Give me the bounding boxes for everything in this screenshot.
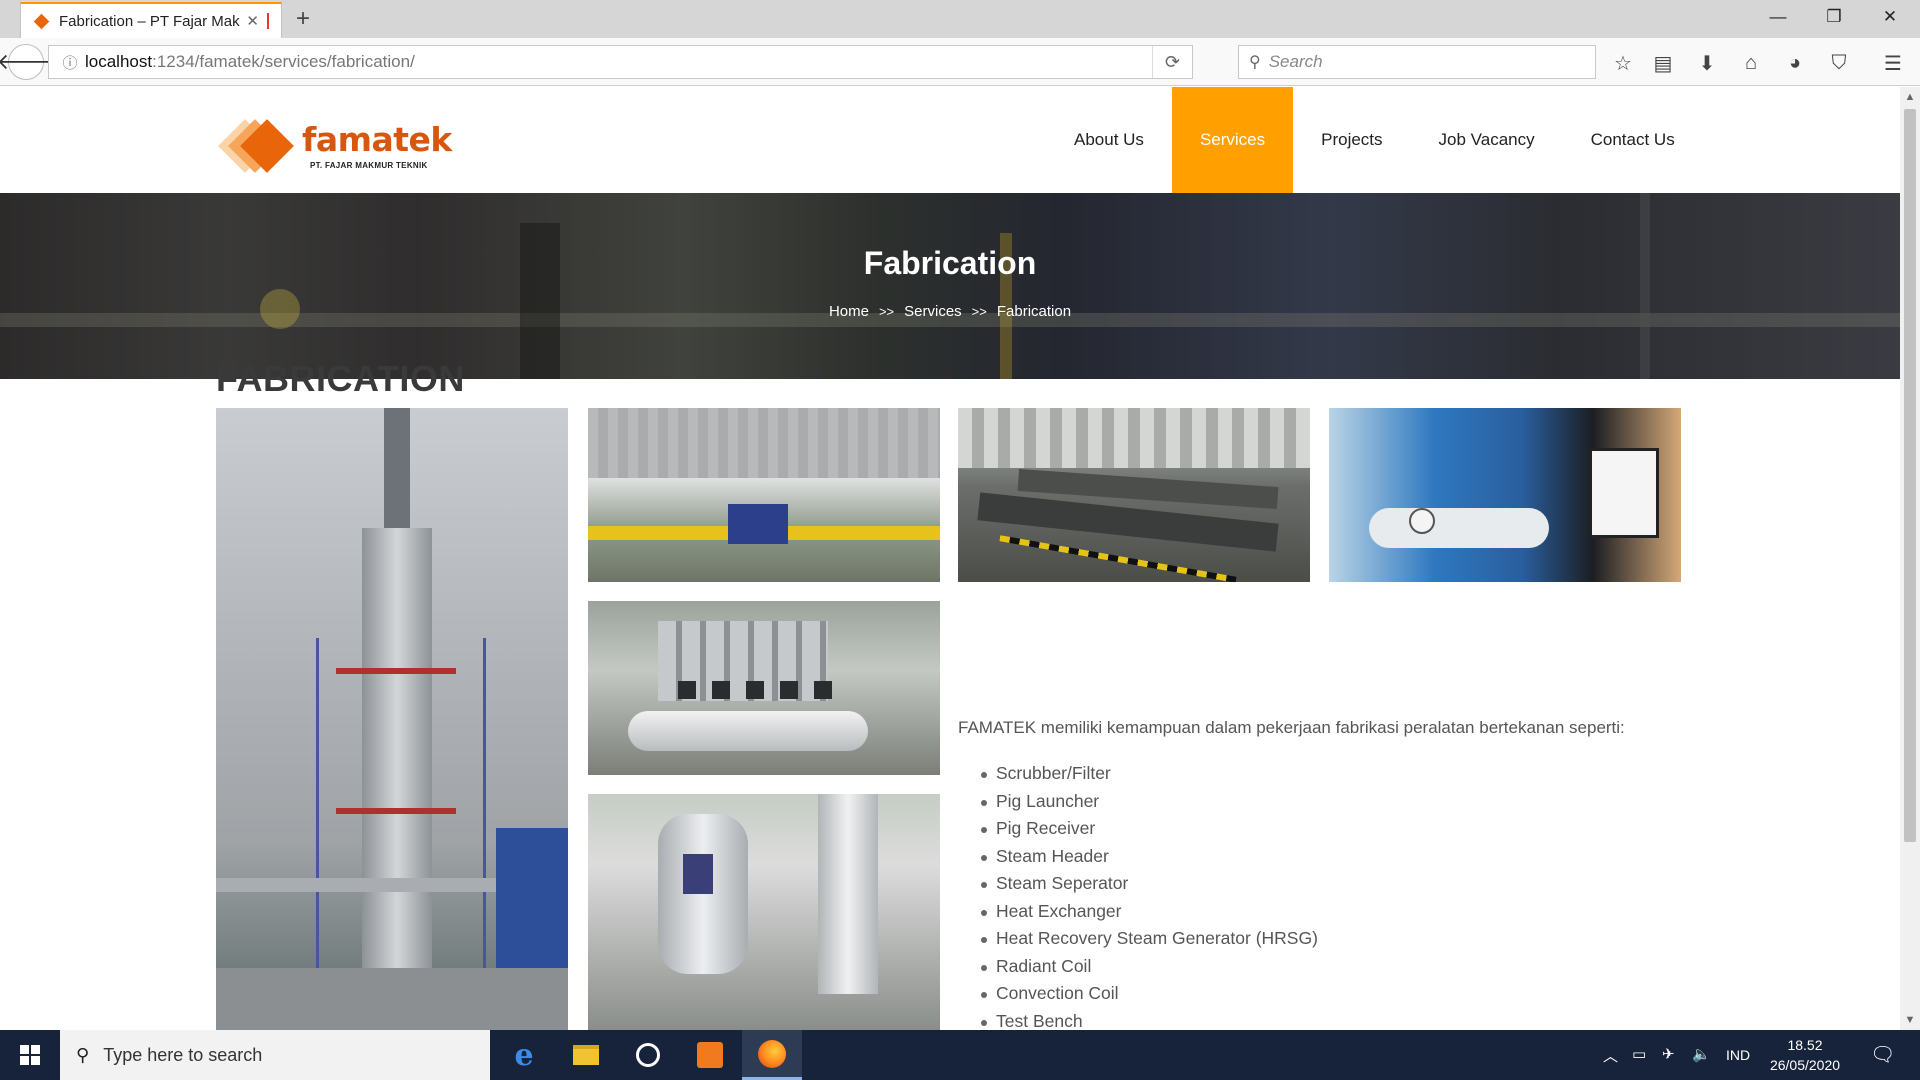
reload-icon[interactable]: ⟳ (1152, 46, 1192, 78)
list-item: Heat Recovery Steam Generator (HRSG) (978, 925, 1318, 953)
address-bar[interactable]: ⓘ localhost:1234/famatek/services/fabric… (48, 45, 1193, 79)
breadcrumb-home[interactable]: Home (829, 303, 869, 320)
xampp-icon[interactable] (680, 1030, 740, 1080)
page-hero-banner: Fabrication Home >> Services >> Fabrication (0, 193, 1900, 379)
web-page: famatek PT. FAJAR MAKMUR TEKNIK About Us… (0, 87, 1900, 1030)
airplane-mode-icon[interactable]: ✈ (1662, 1045, 1675, 1063)
url-path: :1234/famatek/services/fabrication/ (152, 52, 415, 71)
list-item: Pig Receiver (978, 815, 1318, 843)
list-item: Steam Seperator (978, 870, 1318, 898)
search-placeholder: Search (1268, 52, 1323, 71)
close-window-button[interactable]: ✕ (1862, 0, 1918, 34)
windows-taskbar: ⚲ Type here to search e ︿ ▭ ✈ 🔈 IND 18.5… (0, 1030, 1920, 1080)
chat-icon[interactable]: ◕ (1782, 50, 1808, 76)
pocket-icon[interactable]: ⛉ (1826, 50, 1852, 76)
breadcrumb-current: Fabrication (996, 303, 1072, 320)
breadcrumb-services[interactable]: Services (904, 303, 962, 320)
logo-diamond-icon (218, 119, 298, 175)
star-icon[interactable]: ☆ (1610, 50, 1636, 76)
steam-header-photo[interactable] (588, 601, 940, 775)
page-title: Fabrication (863, 245, 1037, 281)
pipe-fabrication-photo[interactable] (958, 408, 1310, 582)
reading-list-icon[interactable]: ▤ (1650, 50, 1676, 76)
minimize-button[interactable]: — (1750, 0, 1806, 34)
list-item: Test Bench (978, 1008, 1318, 1030)
gas-station-photo[interactable] (588, 408, 940, 582)
scroll-up-icon[interactable]: ▲ (1900, 91, 1920, 103)
scrollbar-thumb[interactable] (1904, 109, 1916, 842)
breadcrumb-separator: >> (878, 304, 895, 319)
browser-toolbar: 🡐 ⓘ localhost:1234/famatek/services/fabr… (0, 38, 1920, 86)
tab-title: Fabrication – PT Fajar Mak... (59, 12, 241, 30)
search-input[interactable]: ⚲ Search (1238, 45, 1596, 79)
menu-item-job-vacancy[interactable]: Job Vacancy (1411, 87, 1563, 193)
site-logo[interactable]: famatek PT. FAJAR MAKMUR TEKNIK (218, 119, 452, 175)
taskbar-search-placeholder: Type here to search (103, 1044, 263, 1065)
url-host: localhost (85, 52, 153, 71)
menu-item-services[interactable]: Services (1171, 87, 1294, 193)
home-icon[interactable]: ⌂ (1738, 50, 1764, 76)
logo-wordmark: famatek (302, 120, 452, 159)
edge-app-icon[interactable]: e (494, 1030, 554, 1080)
restore-button[interactable]: ❐ (1806, 0, 1862, 34)
menu-icon[interactable]: ☰ (1880, 50, 1906, 76)
site-header: famatek PT. FAJAR MAKMUR TEKNIK About Us… (0, 87, 1900, 193)
breadcrumb-separator: >> (971, 304, 987, 319)
list-item: Heat Exchanger (978, 898, 1318, 926)
service-description: FAMATEK memiliki kemampuan dalam pekerja… (958, 718, 1625, 737)
separator-vessel-photo[interactable] (588, 794, 940, 1030)
download-icon[interactable]: ⬇ (1694, 50, 1720, 76)
menu-item-contact-us[interactable]: Contact Us (1563, 87, 1703, 193)
section-title: FABRICATION (216, 358, 465, 399)
main-menu: About Us Services Projects Job Vacancy C… (1046, 87, 1703, 193)
battery-icon[interactable]: ▭ (1632, 1045, 1646, 1063)
back-button[interactable]: 🡐 (0, 44, 56, 80)
fabrication-item-list: Scrubber/Filter Pig Launcher Pig Receive… (978, 760, 1318, 1030)
site-info-icon[interactable]: ⓘ (55, 52, 85, 73)
clock-date: 26/05/2020 (1769, 1057, 1841, 1073)
media-app-icon[interactable] (618, 1030, 678, 1080)
notification-center-icon[interactable]: 🗨 (1870, 1042, 1895, 1067)
search-icon: ⚲ (1249, 54, 1261, 71)
volume-icon[interactable]: 🔈 (1692, 1045, 1711, 1063)
menu-item-projects[interactable]: Projects (1293, 87, 1410, 193)
windows-logo-icon (20, 1045, 40, 1065)
firefox-app-icon[interactable] (742, 1030, 802, 1080)
file-explorer-icon[interactable] (556, 1030, 616, 1080)
list-item: Convection Coil (978, 980, 1318, 1008)
taskbar-search-input[interactable]: ⚲ Type here to search (60, 1030, 490, 1080)
scroll-down-icon[interactable]: ▼ (1900, 1014, 1920, 1026)
language-indicator[interactable]: IND (1726, 1047, 1750, 1063)
tab-close-icon[interactable]: ✕ (246, 12, 259, 30)
list-item: Scrubber/Filter (978, 760, 1318, 788)
list-item: Steam Header (978, 843, 1318, 871)
pressure-testing-photo[interactable] (1329, 408, 1681, 582)
start-button[interactable] (0, 1030, 60, 1080)
browser-tab[interactable]: Fabrication – PT Fajar Mak... ✕ (20, 2, 282, 38)
clock-time: 18.52 (1787, 1037, 1823, 1053)
fabrication-stack-photo[interactable] (216, 408, 568, 1030)
breadcrumb: Home >> Services >> Fabrication (0, 303, 1900, 320)
menu-item-about-us[interactable]: About Us (1046, 87, 1172, 193)
tab-audio-indicator (267, 13, 269, 29)
new-tab-button[interactable]: + (296, 6, 310, 32)
list-item: Radiant Coil (978, 953, 1318, 981)
search-icon: ⚲ (76, 1044, 90, 1065)
tab-strip: Fabrication – PT Fajar Mak... ✕ + — ❐ ✕ (0, 0, 1920, 38)
favicon-icon (33, 13, 49, 29)
list-item: Pig Launcher (978, 788, 1318, 816)
taskbar-clock[interactable]: 18.52 26/05/2020 (1760, 1035, 1850, 1075)
page-scrollbar[interactable]: ▲ ▼ (1900, 87, 1920, 1030)
tray-chevron-icon[interactable]: ︿ (1603, 1045, 1618, 1066)
logo-tagline: PT. FAJAR MAKMUR TEKNIK (310, 161, 428, 170)
